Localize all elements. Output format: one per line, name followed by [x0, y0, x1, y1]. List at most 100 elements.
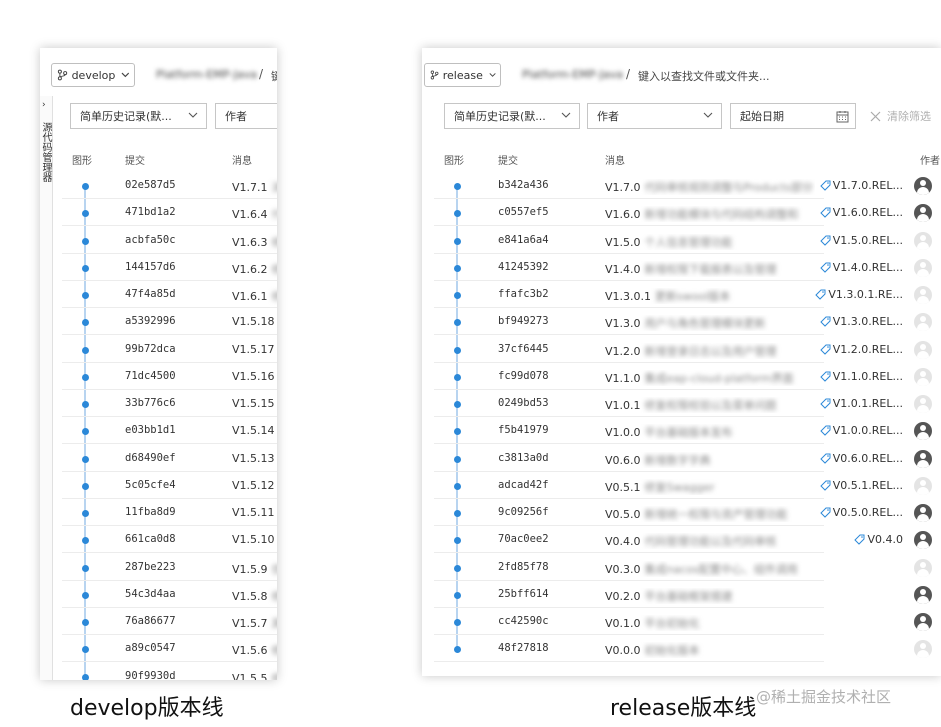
tag-label[interactable]: V1.6.0.REL...	[820, 206, 903, 219]
commit-hash[interactable]: 5c05cfe4	[125, 479, 176, 491]
commit-message[interactable]: V1.5.9 优	[232, 561, 277, 577]
commit-message[interactable]: V1.1.0 集成eap-cloud-platform界面	[605, 370, 815, 386]
commit-hash[interactable]: adcad42f	[498, 479, 549, 491]
col-graph[interactable]: 图形	[72, 152, 92, 167]
commit-message[interactable]: V1.0.0 平台基础版本发布	[605, 424, 815, 440]
breadcrumb-repo[interactable]: Platform-EMP-Java	[156, 68, 257, 81]
commit-message[interactable]: V1.5.11	[232, 506, 277, 519]
tag-label[interactable]: V0.5.0.REL...	[820, 506, 903, 519]
commit-hash[interactable]: 76a86677	[125, 615, 176, 627]
avatar[interactable]	[914, 449, 932, 468]
source-explorer-strip[interactable]: › 源代码管理器	[40, 96, 53, 680]
breadcrumb-path[interactable]: 键	[271, 68, 277, 84]
commit-message[interactable]: V1.5.12	[232, 479, 277, 492]
commit-message[interactable]: V1.6.3 修	[232, 234, 277, 250]
commit-hash[interactable]: 02e587d5	[125, 179, 176, 191]
avatar[interactable]	[914, 367, 932, 386]
commit-hash[interactable]: 54c3d4aa	[125, 588, 176, 600]
commit-hash[interactable]: d68490ef	[125, 452, 176, 464]
history-filter[interactable]: 简单历史记录(默...	[70, 103, 207, 129]
commit-hash[interactable]: 48f27818	[498, 642, 549, 654]
commit-hash[interactable]: 144157d6	[125, 261, 176, 273]
tag-label[interactable]: V0.4.0	[854, 533, 903, 546]
commit-message[interactable]: V1.6.2 修	[232, 261, 277, 277]
commit-hash[interactable]: 99b72dca	[125, 343, 176, 355]
commit-message[interactable]: V0.4.0 代码管理功能以及代码审核	[605, 533, 815, 549]
tag-label[interactable]: V0.6.0.REL...	[820, 452, 903, 465]
commit-hash[interactable]: e841a6a4	[498, 234, 549, 246]
commit-hash[interactable]: b342a436	[498, 179, 549, 191]
history-filter[interactable]: 简单历史记录(默...	[444, 103, 580, 129]
avatar[interactable]	[914, 204, 932, 223]
col-message[interactable]: 消息	[232, 152, 252, 167]
commit-message[interactable]: V1.2.0 新增登录日志以及用户管理	[605, 343, 815, 359]
avatar[interactable]	[914, 585, 932, 604]
tag-label[interactable]: V1.7.0.REL...	[820, 179, 903, 192]
commit-hash[interactable]: a5392996	[125, 315, 176, 327]
commit-message[interactable]: V1.5.0 个人信息管理功能	[605, 234, 815, 250]
commit-hash[interactable]: e03bb1d1	[125, 424, 176, 436]
commit-hash[interactable]: cc42590c	[498, 615, 549, 627]
commit-hash[interactable]: 71dc4500	[125, 370, 176, 382]
commit-hash[interactable]: c0557ef5	[498, 206, 549, 218]
commit-message[interactable]: V1.5.13	[232, 452, 277, 465]
commit-message[interactable]: V1.7.0 代码审核规则调整与Products部分	[605, 179, 815, 195]
tag-label[interactable]: V1.0.0.REL...	[820, 424, 903, 437]
avatar[interactable]	[914, 177, 932, 195]
commit-hash[interactable]: 90f9930d	[125, 670, 176, 681]
avatar[interactable]	[914, 476, 932, 495]
commit-message[interactable]: V1.5.7 其	[232, 615, 277, 631]
commit-hash[interactable]: a89c0547	[125, 642, 176, 654]
commit-message[interactable]: V1.5.18	[232, 315, 277, 328]
commit-hash[interactable]: 33b776c6	[125, 397, 176, 409]
commit-hash[interactable]: 2fd85f78	[498, 561, 549, 573]
commit-hash[interactable]: 11fba8d9	[125, 506, 176, 518]
tag-label[interactable]: V1.2.0.REL...	[820, 343, 903, 356]
commit-hash[interactable]: f5b41979	[498, 424, 549, 436]
commit-hash[interactable]: bf949273	[498, 315, 549, 327]
commit-message[interactable]: V0.2.0 平台基础框架搭建	[605, 588, 815, 604]
avatar[interactable]	[914, 640, 932, 659]
avatar[interactable]	[914, 340, 932, 359]
commit-message[interactable]: V0.1.0 平台初始化	[605, 615, 815, 631]
commit-message[interactable]: V1.5.16	[232, 370, 277, 383]
commit-hash[interactable]: ffafc3b2	[498, 288, 549, 300]
commit-hash[interactable]: 41245392	[498, 261, 549, 273]
breadcrumb-repo[interactable]: Platform-EMP-Java	[522, 68, 623, 81]
commit-hash[interactable]: 9c09256f	[498, 506, 549, 518]
expand-arrow-icon[interactable]: ›	[42, 100, 46, 110]
commit-message[interactable]: V0.5.0 新增统一权限与资产管理功能	[605, 506, 815, 522]
commit-message[interactable]: V0.5.1 修复Swagger	[605, 479, 815, 495]
commit-hash[interactable]: 0249bd53	[498, 397, 549, 409]
avatar[interactable]	[914, 531, 932, 550]
calendar-icon[interactable]	[836, 110, 849, 123]
commit-message[interactable]: V1.6.0 新增功能模块与代码结构调整和	[605, 206, 815, 222]
commit-hash[interactable]: 25bff614	[498, 588, 549, 600]
commit-hash[interactable]: 661ca0d8	[125, 533, 176, 545]
tag-label[interactable]: V1.5.0.REL...	[820, 234, 903, 247]
commit-hash[interactable]: 70ac0ee2	[498, 533, 549, 545]
col-commit[interactable]: 提交	[498, 152, 518, 167]
avatar[interactable]	[914, 558, 932, 577]
author-filter[interactable]: 作者	[215, 103, 277, 129]
col-graph[interactable]: 图形	[444, 152, 464, 167]
avatar[interactable]	[914, 613, 932, 631]
commit-message[interactable]: V0.0.0 初始化版本	[605, 642, 815, 658]
path-search-hint[interactable]: 键入以查找文件或文件夹...	[638, 68, 770, 84]
author-filter[interactable]: 作者	[587, 103, 722, 129]
branch-selector[interactable]: release	[424, 63, 501, 87]
tag-label[interactable]: V1.3.0.1.RE...	[815, 288, 903, 301]
tag-label[interactable]: V1.0.1.REL...	[820, 397, 903, 410]
tag-label[interactable]: V1.3.0.REL...	[820, 315, 903, 328]
avatar[interactable]	[914, 395, 932, 413]
tag-label[interactable]: V1.1.0.REL...	[820, 370, 903, 383]
start-date-filter[interactable]: 起始日期	[730, 103, 856, 129]
avatar[interactable]	[914, 286, 932, 304]
tag-label[interactable]: V1.4.0.REL...	[820, 261, 903, 274]
commit-message[interactable]: V0.6.0 新增数字字典	[605, 452, 815, 468]
commit-message[interactable]: V1.5.5 修	[232, 670, 277, 681]
commit-message[interactable]: V1.6.4 什	[232, 206, 277, 222]
commit-message[interactable]: V1.0.1 修复权限校验以及菜单问题	[605, 397, 815, 413]
commit-message[interactable]: V1.5.8 修	[232, 588, 277, 604]
commit-message[interactable]: V1.7.1 消	[232, 179, 277, 195]
